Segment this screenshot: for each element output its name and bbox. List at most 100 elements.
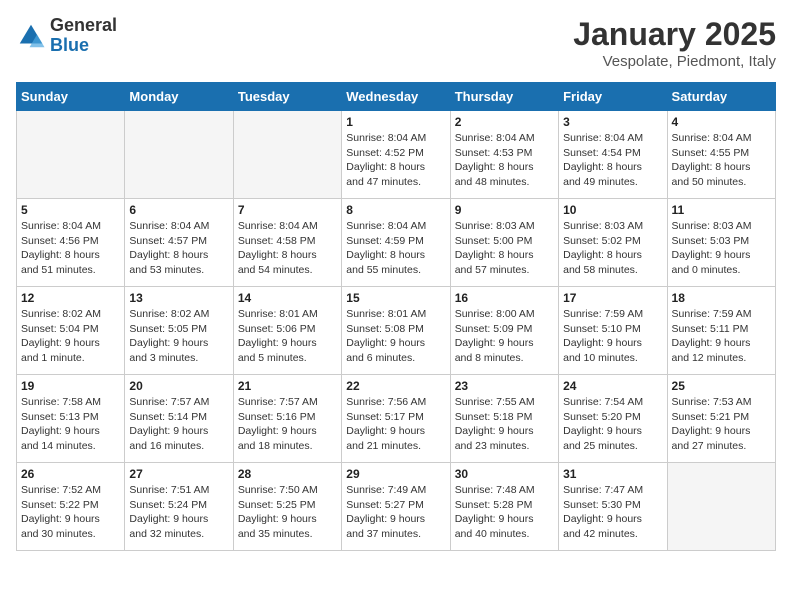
day-number: 11 [672, 203, 771, 217]
logo-blue: Blue [50, 36, 117, 56]
calendar-week-row: 1 Sunrise: 8:04 AM Sunset: 4:52 PM Daylig… [17, 111, 776, 199]
day-number: 1 [346, 115, 445, 129]
calendar-title: January 2025 [573, 16, 776, 53]
calendar-cell: 21 Sunrise: 7:57 AM Sunset: 5:16 PM Dayli… [233, 375, 341, 463]
calendar-cell: 22 Sunrise: 7:56 AM Sunset: 5:17 PM Dayli… [342, 375, 450, 463]
calendar-cell: 7 Sunrise: 8:04 AM Sunset: 4:58 PM Daylig… [233, 199, 341, 287]
weekday-wednesday: Wednesday [342, 83, 450, 111]
calendar-table: SundayMondayTuesdayWednesdayThursdayFrid… [16, 82, 776, 551]
day-number: 26 [21, 467, 120, 481]
day-info: Sunrise: 7:59 AM Sunset: 5:10 PM Dayligh… [563, 307, 662, 366]
calendar-cell [125, 111, 233, 199]
weekday-tuesday: Tuesday [233, 83, 341, 111]
calendar-cell: 11 Sunrise: 8:03 AM Sunset: 5:03 PM Dayli… [667, 199, 775, 287]
day-info: Sunrise: 7:59 AM Sunset: 5:11 PM Dayligh… [672, 307, 771, 366]
day-number: 3 [563, 115, 662, 129]
day-number: 4 [672, 115, 771, 129]
day-info: Sunrise: 8:04 AM Sunset: 4:53 PM Dayligh… [455, 131, 554, 190]
day-info: Sunrise: 7:47 AM Sunset: 5:30 PM Dayligh… [563, 483, 662, 542]
day-number: 16 [455, 291, 554, 305]
weekday-thursday: Thursday [450, 83, 558, 111]
day-number: 10 [563, 203, 662, 217]
calendar-subtitle: Vespolate, Piedmont, Italy [573, 53, 776, 70]
calendar-week-row: 12 Sunrise: 8:02 AM Sunset: 5:04 PM Dayli… [17, 287, 776, 375]
day-info: Sunrise: 7:50 AM Sunset: 5:25 PM Dayligh… [238, 483, 337, 542]
calendar-week-row: 19 Sunrise: 7:58 AM Sunset: 5:13 PM Dayli… [17, 375, 776, 463]
calendar-week-row: 5 Sunrise: 8:04 AM Sunset: 4:56 PM Daylig… [17, 199, 776, 287]
day-info: Sunrise: 8:04 AM Sunset: 4:55 PM Dayligh… [672, 131, 771, 190]
day-info: Sunrise: 8:03 AM Sunset: 5:00 PM Dayligh… [455, 219, 554, 278]
day-info: Sunrise: 8:02 AM Sunset: 5:04 PM Dayligh… [21, 307, 120, 366]
day-info: Sunrise: 7:57 AM Sunset: 5:14 PM Dayligh… [129, 395, 228, 454]
day-number: 30 [455, 467, 554, 481]
day-info: Sunrise: 8:04 AM Sunset: 4:56 PM Dayligh… [21, 219, 120, 278]
weekday-header-row: SundayMondayTuesdayWednesdayThursdayFrid… [17, 83, 776, 111]
day-number: 24 [563, 379, 662, 393]
calendar-cell: 28 Sunrise: 7:50 AM Sunset: 5:25 PM Dayli… [233, 463, 341, 551]
calendar-cell [17, 111, 125, 199]
day-info: Sunrise: 7:56 AM Sunset: 5:17 PM Dayligh… [346, 395, 445, 454]
calendar-cell: 31Sunrise: 7:47 AM Sunset: 5:30 PM Dayli… [559, 463, 667, 551]
weekday-saturday: Saturday [667, 83, 775, 111]
calendar-cell [233, 111, 341, 199]
weekday-monday: Monday [125, 83, 233, 111]
day-number: 22 [346, 379, 445, 393]
day-number: 12 [21, 291, 120, 305]
day-number: 5 [21, 203, 120, 217]
day-number: 8 [346, 203, 445, 217]
calendar-cell: 18 Sunrise: 7:59 AM Sunset: 5:11 PM Dayli… [667, 287, 775, 375]
weekday-sunday: Sunday [17, 83, 125, 111]
calendar-cell: 23Sunrise: 7:55 AM Sunset: 5:18 PM Dayli… [450, 375, 558, 463]
day-info: Sunrise: 8:04 AM Sunset: 4:58 PM Dayligh… [238, 219, 337, 278]
calendar-cell: 15Sunrise: 8:01 AM Sunset: 5:08 PM Dayli… [342, 287, 450, 375]
day-info: Sunrise: 7:57 AM Sunset: 5:16 PM Dayligh… [238, 395, 337, 454]
weekday-friday: Friday [559, 83, 667, 111]
day-number: 9 [455, 203, 554, 217]
calendar-cell: 17 Sunrise: 7:59 AM Sunset: 5:10 PM Dayli… [559, 287, 667, 375]
day-number: 2 [455, 115, 554, 129]
day-number: 20 [129, 379, 228, 393]
day-number: 19 [21, 379, 120, 393]
day-info: Sunrise: 7:55 AM Sunset: 5:18 PM Dayligh… [455, 395, 554, 454]
calendar-cell: 20 Sunrise: 7:57 AM Sunset: 5:14 PM Dayli… [125, 375, 233, 463]
calendar-cell: 1 Sunrise: 8:04 AM Sunset: 4:52 PM Daylig… [342, 111, 450, 199]
logo: General Blue [16, 16, 117, 56]
day-number: 21 [238, 379, 337, 393]
day-info: Sunrise: 7:49 AM Sunset: 5:27 PM Dayligh… [346, 483, 445, 542]
logo-icon [16, 21, 46, 51]
day-number: 13 [129, 291, 228, 305]
calendar-cell: 10 Sunrise: 8:03 AM Sunset: 5:02 PM Dayli… [559, 199, 667, 287]
calendar-cell: 4 Sunrise: 8:04 AM Sunset: 4:55 PM Daylig… [667, 111, 775, 199]
calendar-cell: 14Sunrise: 8:01 AM Sunset: 5:06 PM Dayli… [233, 287, 341, 375]
day-info: Sunrise: 8:03 AM Sunset: 5:03 PM Dayligh… [672, 219, 771, 278]
day-info: Sunrise: 8:04 AM Sunset: 4:57 PM Dayligh… [129, 219, 228, 278]
calendar-cell: 25 Sunrise: 7:53 AM Sunset: 5:21 PM Dayli… [667, 375, 775, 463]
day-info: Sunrise: 8:01 AM Sunset: 5:08 PM Dayligh… [346, 307, 445, 366]
day-number: 28 [238, 467, 337, 481]
calendar-cell: 2 Sunrise: 8:04 AM Sunset: 4:53 PM Daylig… [450, 111, 558, 199]
calendar-cell: 8Sunrise: 8:04 AM Sunset: 4:59 PM Daylig… [342, 199, 450, 287]
calendar-cell: 29Sunrise: 7:49 AM Sunset: 5:27 PM Dayli… [342, 463, 450, 551]
calendar-week-row: 26Sunrise: 7:52 AM Sunset: 5:22 PM Dayli… [17, 463, 776, 551]
day-number: 18 [672, 291, 771, 305]
calendar-cell: 19 Sunrise: 7:58 AM Sunset: 5:13 PM Dayli… [17, 375, 125, 463]
day-info: Sunrise: 8:04 AM Sunset: 4:52 PM Dayligh… [346, 131, 445, 190]
calendar-cell: 24Sunrise: 7:54 AM Sunset: 5:20 PM Dayli… [559, 375, 667, 463]
calendar-cell: 27Sunrise: 7:51 AM Sunset: 5:24 PM Dayli… [125, 463, 233, 551]
day-info: Sunrise: 7:58 AM Sunset: 5:13 PM Dayligh… [21, 395, 120, 454]
day-number: 25 [672, 379, 771, 393]
calendar-cell: 3Sunrise: 8:04 AM Sunset: 4:54 PM Daylig… [559, 111, 667, 199]
day-info: Sunrise: 8:03 AM Sunset: 5:02 PM Dayligh… [563, 219, 662, 278]
page-header: General Blue January 2025 Vespolate, Pie… [16, 16, 776, 70]
day-number: 7 [238, 203, 337, 217]
day-info: Sunrise: 7:53 AM Sunset: 5:21 PM Dayligh… [672, 395, 771, 454]
day-number: 14 [238, 291, 337, 305]
title-section: January 2025 Vespolate, Piedmont, Italy [573, 16, 776, 70]
day-number: 17 [563, 291, 662, 305]
calendar-cell: 9 Sunrise: 8:03 AM Sunset: 5:00 PM Daylig… [450, 199, 558, 287]
calendar-cell: 16 Sunrise: 8:00 AM Sunset: 5:09 PM Dayli… [450, 287, 558, 375]
day-info: Sunrise: 8:00 AM Sunset: 5:09 PM Dayligh… [455, 307, 554, 366]
calendar-cell: 30Sunrise: 7:48 AM Sunset: 5:28 PM Dayli… [450, 463, 558, 551]
calendar-cell: 12 Sunrise: 8:02 AM Sunset: 5:04 PM Dayli… [17, 287, 125, 375]
day-info: Sunrise: 7:51 AM Sunset: 5:24 PM Dayligh… [129, 483, 228, 542]
